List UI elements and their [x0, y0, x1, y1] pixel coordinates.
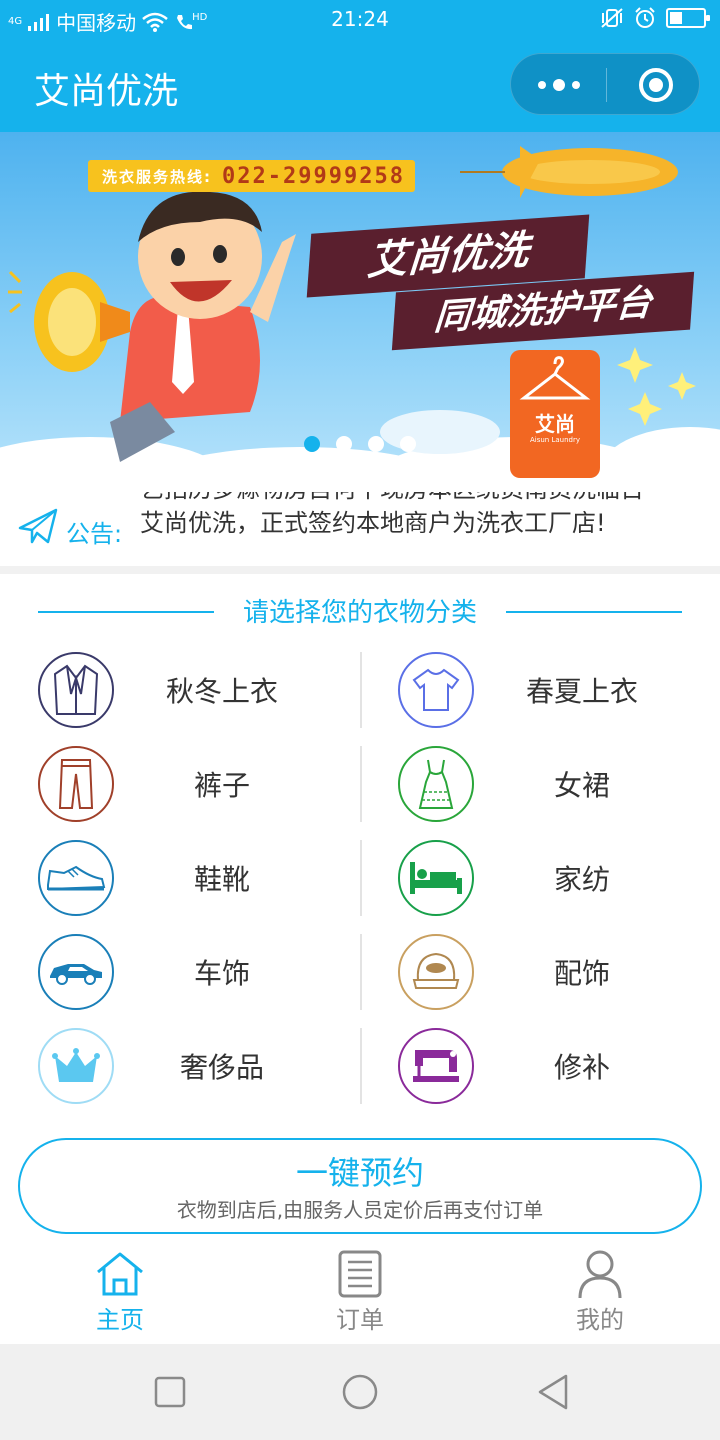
recents-icon[interactable] [154, 1376, 186, 1408]
battery-icon [666, 8, 710, 28]
mini-program-capsule [510, 53, 700, 115]
alarm-icon [635, 7, 655, 28]
notice-current-line: 艾尚优洗，正式签约本地商户为洗衣工厂店! [140, 509, 606, 537]
bottom-tab-bar: 主页 订单 我的 [0, 1242, 720, 1344]
category-label: 奢侈品 [179, 1051, 264, 1084]
category-home-textiles[interactable]: 家纺 [360, 832, 720, 926]
category-label: 裤子 [193, 769, 250, 802]
tab-home[interactable]: 主页 [0, 1242, 240, 1344]
category-car-accessories[interactable]: 车饰 [0, 926, 360, 1020]
app-header: 艾尚优洗 [0, 40, 720, 132]
carousel-dot-active[interactable] [304, 436, 320, 452]
paper-plane-icon [18, 508, 58, 544]
cap-icon [398, 934, 474, 1010]
carousel-dot[interactable] [336, 436, 352, 452]
title-line-right [506, 611, 682, 613]
carousel-indicator [304, 436, 416, 452]
suit-jacket-icon [38, 652, 114, 728]
home-icon [97, 1252, 143, 1296]
category-label: 鞋靴 [193, 863, 250, 896]
category-autumn-winter-tops[interactable]: 秋冬上衣 [0, 644, 360, 738]
vibrate-icon [601, 8, 623, 28]
brand-logo-text: 艾尚 [535, 412, 575, 436]
order-list-icon [338, 1250, 382, 1298]
notice-previous-line: 艺招历多滁物房自何平现房本区统员南员洗临百 [140, 492, 680, 506]
booking-title: 一键预约 [295, 1154, 424, 1192]
status-right [600, 7, 710, 29]
one-click-booking-button[interactable]: 一键预约 衣物到店后,由服务人员定价后再支付订单 [18, 1138, 702, 1234]
carousel-dot[interactable] [400, 436, 416, 452]
hotline-banner: 洗衣服务热线: 022-29999258 [88, 160, 415, 192]
category-label: 春夏上衣 [525, 675, 638, 708]
notice-label: 公告: [66, 520, 123, 548]
back-icon[interactable] [536, 1373, 572, 1411]
section-divider [0, 566, 720, 574]
ellipsis-icon[interactable] [511, 54, 606, 116]
category-pants[interactable]: 裤子 [0, 738, 360, 832]
user-icon [578, 1250, 622, 1299]
category-spring-summer-tops[interactable]: 春夏上衣 [360, 644, 720, 738]
hanger-icon [519, 356, 591, 400]
status-bar: 4G 中国移动 HD 21:24 [0, 0, 720, 40]
hotline-number: 022-29999258 [222, 163, 405, 189]
crown-icon [38, 1028, 114, 1104]
notice-scroller: 艺招历多滁物房自何平现房本区统员南员洗临百 艾尚优洗，正式签约本地商户为洗衣工厂… [140, 492, 680, 558]
carousel-dot[interactable] [368, 436, 384, 452]
category-label: 女裙 [553, 769, 610, 802]
brand-logo: 艾尚 Aisun Laundry [510, 350, 600, 478]
dress-icon [398, 746, 474, 822]
tab-profile[interactable]: 我的 [480, 1242, 720, 1344]
brand-logo-subtext: Aisun Laundry [529, 436, 580, 444]
trousers-icon [38, 746, 114, 822]
category-label: 家纺 [553, 863, 610, 896]
home-button-icon[interactable] [341, 1373, 379, 1411]
tab-label: 我的 [576, 1306, 624, 1334]
sewing-machine-icon [398, 1028, 474, 1104]
category-section-header: 请选择您的衣物分类 [0, 590, 720, 634]
category-dresses[interactable]: 女裙 [360, 738, 720, 832]
promo-banner[interactable]: 洗衣服务热线: 022-29999258 艾尚优洗 同城洗护平台 艾尚 Aisu… [0, 132, 720, 492]
category-luxury[interactable]: 奢侈品 [0, 1020, 360, 1114]
hotline-label: 洗衣服务热线: [102, 167, 212, 186]
category-label: 秋冬上衣 [165, 675, 278, 708]
capsule-divider [606, 68, 607, 102]
category-label: 车饰 [193, 957, 250, 990]
notice-bar[interactable]: 公告: 艺招历多滁物房自何平现房本区统员南员洗临百 艾尚优洗，正式签约本地商户为… [0, 492, 720, 566]
car-icon [38, 934, 114, 1010]
tab-label: 订单 [336, 1306, 384, 1334]
app-title: 艾尚优洗 [34, 71, 179, 112]
category-repair[interactable]: 修补 [360, 1020, 720, 1114]
tab-orders[interactable]: 订单 [240, 1242, 480, 1344]
target-icon[interactable] [639, 68, 673, 102]
category-label: 配饰 [553, 957, 610, 990]
category-accessories[interactable]: 配饰 [360, 926, 720, 1020]
booking-subtitle: 衣物到店后,由服务人员定价后再支付订单 [176, 1198, 544, 1222]
category-label: 修补 [553, 1051, 610, 1084]
category-shoes[interactable]: 鞋靴 [0, 832, 360, 926]
sneaker-icon [38, 840, 114, 916]
bed-icon [398, 840, 474, 916]
tab-label: 主页 [96, 1306, 144, 1334]
system-navigation-bar [0, 1344, 720, 1440]
t-shirt-icon [398, 652, 474, 728]
